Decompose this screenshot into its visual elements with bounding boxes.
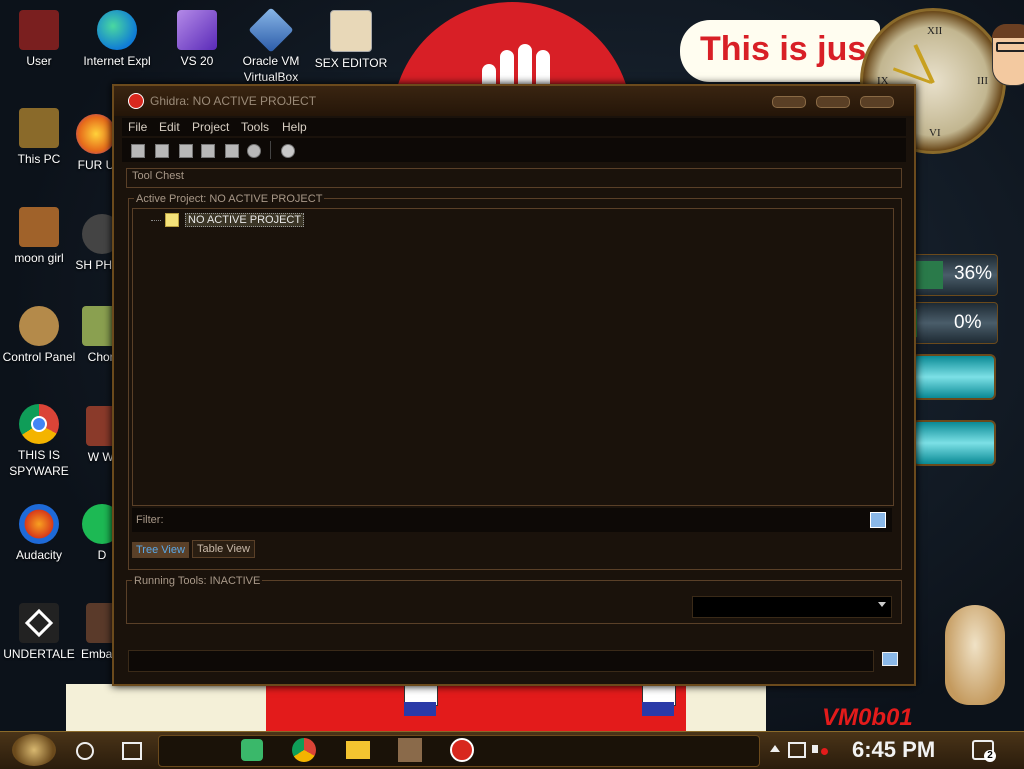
refresh-icon[interactable]: [278, 141, 296, 159]
hand-graphic: [478, 40, 568, 90]
menu-project[interactable]: Project: [192, 120, 229, 134]
save-project-icon[interactable]: [198, 141, 216, 159]
desktop-icon-audacity[interactable]: Audacity: [0, 504, 78, 563]
lightbulb-icon: [19, 306, 59, 346]
network-icon[interactable]: [788, 742, 806, 758]
tool-selector-combo[interactable]: [692, 596, 892, 618]
open-project-icon[interactable]: [152, 141, 170, 159]
cream-wallpaper-panel: [686, 684, 766, 732]
task-view-icon[interactable]: [122, 742, 142, 760]
project-tree[interactable]: NO ACTIVE PROJECT: [132, 208, 894, 506]
tool-chest-panel: [126, 168, 902, 188]
folder-icon: [19, 207, 59, 247]
delete-project-icon[interactable]: [222, 141, 240, 159]
clock-time[interactable]: 6:45 PM: [852, 737, 935, 763]
volume-muted-icon[interactable]: [812, 742, 828, 756]
chrome-icon[interactable]: [292, 738, 316, 762]
maximize-button[interactable]: [816, 96, 850, 108]
notification-count-badge: 2: [984, 750, 996, 762]
menu-edit[interactable]: Edit: [159, 120, 180, 134]
speech-bubble-text: This is jus: [700, 30, 867, 68]
desktop-icon-hex-editor[interactable]: SEX EDITOR: [312, 10, 390, 71]
tab-table-view[interactable]: Table View: [192, 540, 255, 558]
cyan-tube-gauge: [912, 420, 996, 466]
steampunk-start-icon[interactable]: [12, 734, 56, 766]
chrome-icon: [19, 404, 59, 444]
monitor-icon[interactable]: [882, 652, 898, 666]
menu-help[interactable]: Help: [282, 120, 307, 134]
notes-app-icon[interactable]: [241, 739, 263, 761]
unity-icon: [19, 603, 59, 643]
file-explorer-icon[interactable]: [346, 741, 370, 759]
ghidra-icon: [128, 93, 144, 109]
user-folder-icon: [19, 10, 59, 50]
window-title: Ghidra: NO ACTIVE PROJECT: [150, 94, 317, 108]
filter-bar: Filter:: [132, 508, 892, 532]
photo-app-icon[interactable]: [398, 738, 422, 762]
menu-file[interactable]: File: [128, 120, 147, 134]
title-bar[interactable]: Ghidra: NO ACTIVE PROJECT: [114, 86, 914, 116]
desktop-icon-control-panel[interactable]: Control Panel: [0, 306, 78, 365]
virtualbox-icon: [248, 7, 294, 53]
new-project-icon[interactable]: [128, 141, 146, 159]
desktop-icon-spyware[interactable]: THIS IS SPYWARE: [0, 404, 78, 479]
active-project-label: Active Project: NO ACTIVE PROJECT: [134, 193, 325, 205]
edge-icon: [97, 10, 137, 50]
computer-icon: [19, 108, 59, 148]
menu-bar: File Edit Project Tools Help: [122, 118, 906, 136]
cpu-gauge-label: 36%: [954, 263, 993, 284]
cyan-tube-gauge: [912, 354, 996, 400]
clear-filter-icon[interactable]: [870, 512, 886, 528]
hxd-icon: [330, 10, 372, 52]
workspace-field[interactable]: [128, 650, 874, 672]
desktop-icon-moon-girl[interactable]: moon girl: [0, 207, 78, 266]
filter-input[interactable]: [172, 511, 866, 529]
minimize-button[interactable]: [772, 96, 806, 108]
tab-tree-view[interactable]: Tree View: [132, 542, 189, 558]
tree-node-root[interactable]: NO ACTIVE PROJECT: [151, 212, 305, 227]
memory-gauge-label: 0%: [954, 312, 982, 333]
toolbar: [122, 138, 906, 162]
audacity-icon: [19, 504, 59, 544]
archive-project-icon[interactable]: [244, 141, 262, 159]
red-wallpaper-strip: [262, 684, 686, 732]
firefox-icon: [76, 114, 116, 154]
desktop-icon-user[interactable]: User: [0, 10, 78, 69]
watermark-text: VM0b01: [822, 704, 913, 731]
taskbar: 6:45 PM 2: [0, 731, 1024, 769]
cream-wallpaper-panel: [66, 684, 266, 732]
ghidra-window: Ghidra: NO ACTIVE PROJECT File Edit Proj…: [112, 84, 916, 686]
desktop-icon-undertale[interactable]: UNDERTALE: [0, 603, 78, 662]
desktop-icon-internet-explorer[interactable]: Internet Expl: [78, 10, 156, 69]
chevron-up-icon[interactable]: [770, 745, 780, 752]
folder-icon: [165, 213, 179, 227]
search-icon[interactable]: [76, 742, 94, 760]
visual-studio-icon: [177, 10, 217, 50]
chevron-down-icon: [878, 602, 886, 607]
ghidra-icon[interactable]: [450, 738, 474, 762]
hamster-image: [945, 605, 1005, 705]
close-project-icon[interactable]: [176, 141, 194, 159]
close-button[interactable]: [860, 96, 894, 108]
menu-tools[interactable]: Tools: [241, 120, 269, 134]
running-tools-label: Running Tools: INACTIVE: [132, 575, 263, 587]
filter-label: Filter:: [136, 514, 164, 526]
desktop-icon-virtualbox[interactable]: Oracle VM VirtualBox: [232, 7, 310, 85]
desktop-icon-visual-studio[interactable]: VS 20: [158, 10, 236, 69]
tool-chest-label: Tool Chest: [132, 170, 184, 182]
